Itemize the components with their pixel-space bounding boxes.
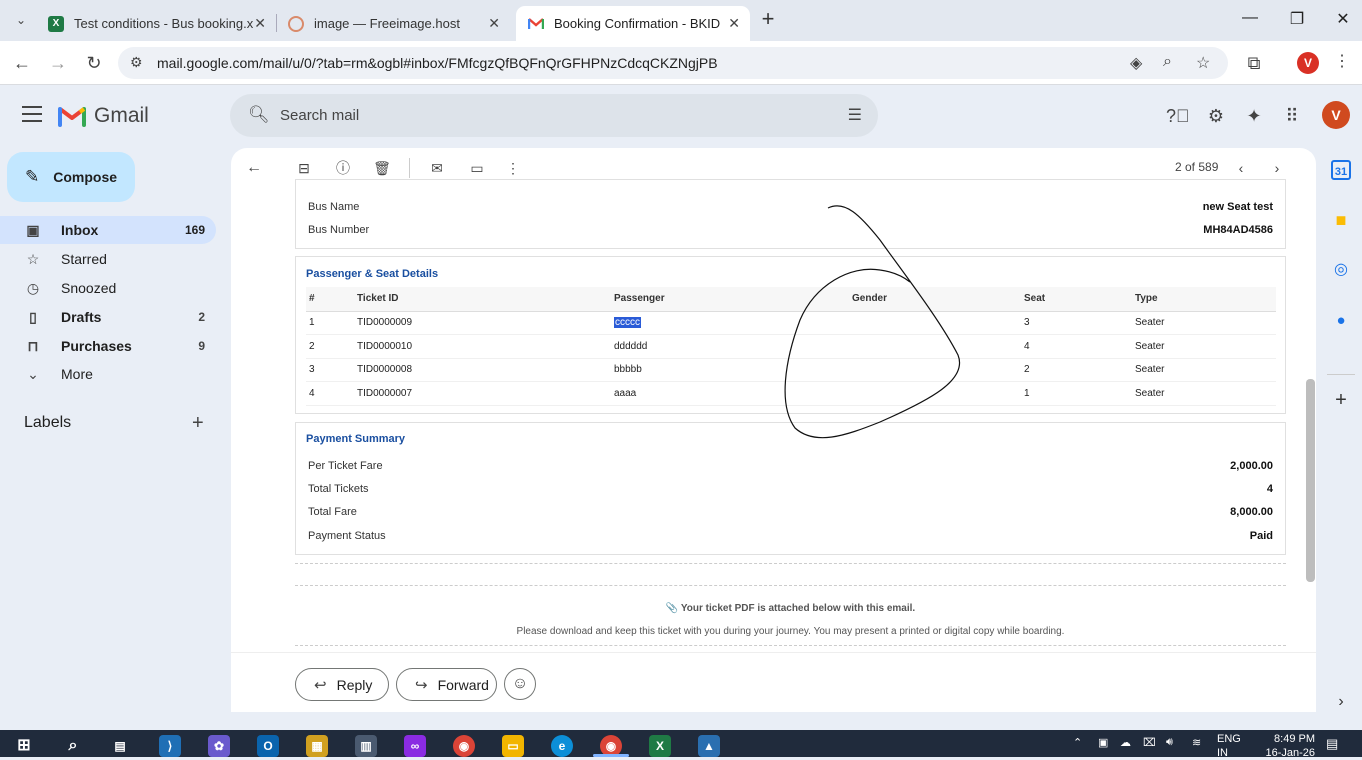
annotation-stroke	[784, 205, 961, 439]
windows-start-icon[interactable]: ⊞	[13, 735, 35, 757]
get-addons-icon[interactable]: +	[1331, 390, 1351, 410]
tasks-icon[interactable]: ◎	[1331, 260, 1351, 280]
file-explorer-icon[interactable]: ▭	[502, 735, 524, 757]
calculator-icon[interactable]: ▥	[355, 735, 377, 757]
emoji-reaction-icon[interactable]: ☺	[504, 668, 536, 700]
windows-taskbar: ⊞ ⌕ ▤ ⟩ ✿ O ▦ ▥ ∞ ◉ ▭ e ◉ X ▲ ⌃ ▣ ☁ ⌧ 🔊︎…	[0, 730, 1362, 760]
copilot-icon[interactable]: ✿	[208, 735, 230, 757]
vscode-icon[interactable]: ⟩	[159, 735, 181, 757]
keep-icon[interactable]: ■	[1331, 210, 1351, 230]
side-panel-divider	[1327, 374, 1355, 375]
system-clock[interactable]: 8:49 PM 16-Jan-26	[1255, 732, 1315, 760]
forward-arrow-icon: ↪	[415, 676, 428, 694]
region-code: IN	[1217, 747, 1228, 759]
forward-label: Forward	[437, 676, 489, 693]
edge-icon[interactable]: e	[551, 735, 573, 757]
search-icon[interactable]: ⌕	[62, 735, 84, 757]
excel-icon[interactable]: X	[649, 735, 671, 757]
clock-time: 8:49 PM	[1274, 733, 1315, 745]
wifi-icon[interactable]: ≋	[1192, 736, 1201, 749]
calendar-icon[interactable]: 31	[1331, 160, 1351, 180]
outlook-icon[interactable]: O	[257, 735, 279, 757]
tray-icon[interactable]: ▣	[1098, 736, 1108, 749]
notifications-icon[interactable]: ▤	[1326, 736, 1338, 752]
app-icon[interactable]: ▲	[698, 735, 720, 757]
reply-icon: ↩	[314, 676, 327, 694]
chrome-icon[interactable]: ◉	[453, 735, 475, 757]
clock-date: 16-Jan-26	[1265, 747, 1315, 759]
app-icon[interactable]: ∞	[404, 735, 426, 757]
language-indicator[interactable]: ENG IN	[1217, 732, 1241, 760]
store-icon[interactable]: ▦	[306, 735, 328, 757]
mail-scrollbar-thumb[interactable]	[1306, 379, 1315, 582]
tray-icon[interactable]: ☁	[1120, 736, 1131, 749]
reply-bar: ↩ Reply ↪ Forward ☺	[231, 652, 1316, 712]
pen-annotation-drawing	[784, 205, 961, 439]
reply-label: Reply	[336, 676, 373, 693]
contacts-icon[interactable]: ●	[1331, 311, 1351, 331]
tray-icon[interactable]: ⌧	[1143, 736, 1156, 749]
language-code: ENG	[1217, 733, 1241, 745]
show-side-panel-icon[interactable]: ›	[1331, 692, 1351, 712]
forward-button[interactable]: ↪ Forward	[396, 668, 497, 701]
volume-icon[interactable]: 🔊︎	[1166, 736, 1173, 749]
tray-overflow-icon[interactable]: ⌃	[1073, 736, 1082, 749]
task-view-icon[interactable]: ▤	[109, 735, 131, 757]
reply-button[interactable]: ↩ Reply	[295, 668, 389, 701]
